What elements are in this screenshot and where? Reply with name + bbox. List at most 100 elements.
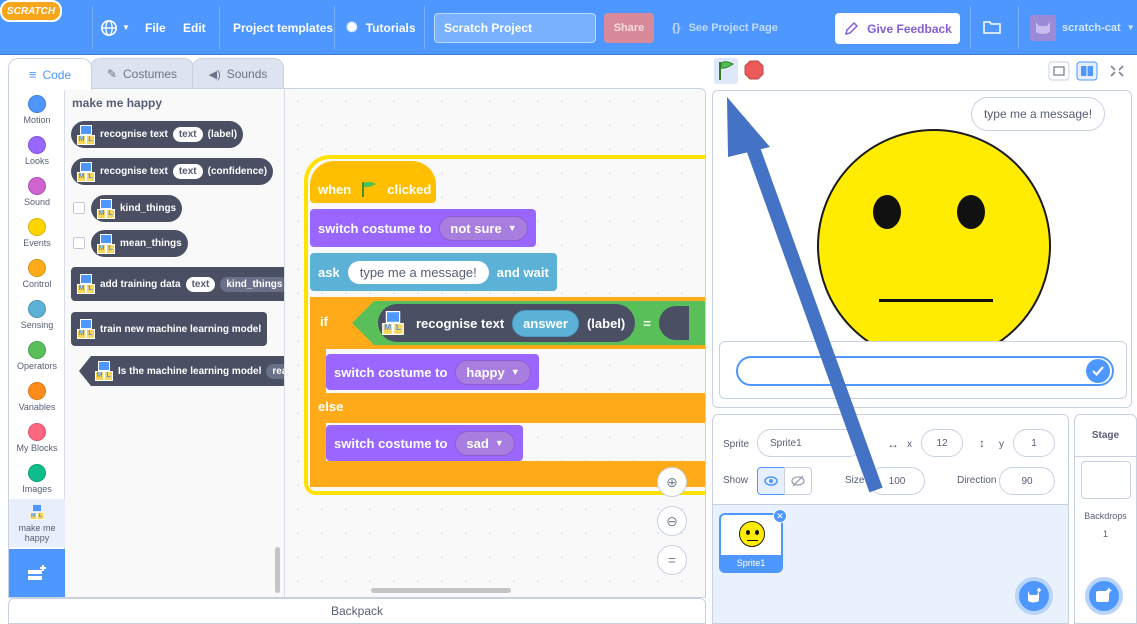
sprite-thumbnail[interactable]: Sprite1 ✕ (719, 509, 787, 573)
switch-costume-block[interactable]: switch costume to not sure ▼ (310, 209, 536, 247)
category-events[interactable]: Events (9, 214, 65, 254)
block-text: kind_things (120, 203, 177, 214)
y-input[interactable]: 1 (1013, 429, 1055, 457)
project-templates-menu[interactable]: Project templates (233, 0, 333, 55)
block-mean-things[interactable]: ML mean_things (91, 230, 188, 257)
green-flag-icon[interactable] (714, 58, 738, 84)
answer-reporter[interactable]: answer (512, 309, 579, 337)
script-workspace[interactable]: when clicked switch costume to not sure ▼… (286, 89, 705, 597)
costume-dropdown[interactable]: happy ▼ (455, 359, 531, 385)
sprite-name-input[interactable]: Sprite1 (757, 429, 863, 457)
switch-costume-block[interactable]: switch costume to sad ▼ (326, 425, 523, 461)
when-flag-clicked-block[interactable]: when clicked (310, 161, 436, 203)
block-recognise-text-confidence[interactable]: ML recognise text text (confidence) (71, 158, 274, 185)
workspace-scrollbar[interactable] (371, 588, 511, 593)
submit-answer-button[interactable] (1086, 359, 1110, 383)
zoom-out-button[interactable]: ⊖ (657, 506, 687, 536)
sprite-info: Sprite Sprite1 ↔ x 12 ↕ y 1 Show Size 10… (713, 415, 1068, 505)
add-backdrop-button[interactable] (1085, 577, 1123, 615)
small-stage-icon[interactable] (1048, 61, 1070, 81)
x-input[interactable]: 12 (921, 429, 963, 457)
category-looks[interactable]: Looks (9, 132, 65, 172)
folder-icon[interactable] (983, 19, 1001, 35)
block-dropdown[interactable]: read (266, 363, 284, 379)
size-input[interactable]: 100 (869, 467, 925, 495)
block-kind-things[interactable]: ML kind_things (91, 195, 183, 222)
delete-sprite-button[interactable]: ✕ (773, 509, 787, 523)
category-make-me-happy[interactable]: ML make me happy (9, 499, 65, 547)
ask-and-wait-block[interactable]: ask type me a message! and wait (310, 253, 557, 291)
category-my-blocks[interactable]: My Blocks (9, 419, 65, 459)
give-feedback-button[interactable]: Give Feedback (835, 13, 960, 44)
tab-code[interactable]: ≡ Code (8, 58, 92, 90)
category-sound[interactable]: Sound (9, 173, 65, 213)
ask-text-input[interactable]: type me a message! (347, 260, 489, 284)
edit-menu[interactable]: Edit (183, 0, 206, 55)
share-button[interactable]: Share (604, 13, 654, 43)
tutorials-label: Tutorials (365, 20, 416, 35)
block-recognise-text-label[interactable]: ML recognise text text (label) (71, 121, 244, 148)
block-add-training-data[interactable]: ML add training data text kind_things (71, 267, 284, 301)
costume-dropdown[interactable]: not sure ▼ (439, 215, 528, 241)
block-input-slot[interactable]: text (172, 164, 203, 179)
avatar[interactable] (1030, 15, 1056, 41)
tutorials-menu[interactable]: ✺ Tutorials (346, 0, 416, 55)
add-sprite-button[interactable] (1015, 577, 1053, 615)
block-dropdown[interactable]: kind_things (220, 276, 284, 292)
menu-bar: SCRATCH ▼ File Edit Project templates ✺ … (0, 0, 1137, 55)
equals-operator-block[interactable]: ML recognise text answer (label) = (352, 301, 705, 345)
block-train-model[interactable]: ML train new machine learning model (71, 312, 268, 346)
mouth (879, 299, 993, 302)
if-else-block[interactable]: if else ML recognise text answer (label)… (310, 297, 705, 487)
add-extension-button[interactable] (9, 549, 65, 597)
direction-input[interactable]: 90 (999, 467, 1055, 495)
ml-icon: ML (77, 124, 95, 145)
show-sprite-button[interactable] (757, 467, 785, 495)
kind-things-checkbox[interactable] (73, 202, 85, 214)
block-is-model-ready[interactable]: ML Is the machine learning model read (79, 356, 284, 386)
stop-icon[interactable] (744, 60, 764, 80)
costume-dropdown[interactable]: sad ▼ (455, 430, 515, 456)
stage-canvas[interactable]: type me a message! (712, 90, 1132, 408)
block-input-slot[interactable]: text (185, 276, 216, 292)
lightbulb-icon: ✺ (346, 19, 358, 35)
category-operators[interactable]: Operators (9, 337, 65, 377)
hide-sprite-button[interactable] (784, 467, 812, 495)
project-title-input[interactable]: Scratch Project (434, 13, 596, 43)
eye-hidden-icon (791, 475, 805, 487)
ml-icon: ML (95, 361, 113, 381)
x-arrows-icon: ↔ (887, 437, 899, 451)
language-menu[interactable]: ▼ (100, 0, 130, 55)
costume-dropdown-value: not sure (450, 220, 502, 236)
tab-costumes[interactable]: ✎ Costumes (90, 58, 194, 89)
normal-stage-icon[interactable] (1076, 61, 1098, 81)
category-variables[interactable]: Variables (9, 378, 65, 418)
switch-costume-block[interactable]: switch costume to happy ▼ (326, 354, 539, 390)
tab-sounds[interactable]: ◀) Sounds (192, 58, 284, 89)
category-motion[interactable]: Motion (9, 91, 65, 131)
category-control[interactable]: Control (9, 255, 65, 295)
category-images[interactable]: Images (9, 460, 65, 500)
direction-label: Direction (957, 475, 997, 486)
see-project-page-button[interactable]: {} See Project Page (672, 0, 778, 55)
block-input-slot[interactable]: text (172, 127, 203, 142)
recognise-text-reporter[interactable]: ML recognise text answer (label) (378, 304, 636, 342)
zoom-reset-icon: = (667, 552, 677, 568)
palette-scrollbar[interactable] (275, 547, 280, 593)
zoom-in-button[interactable]: ⊕ (657, 467, 687, 497)
category-sensing[interactable]: Sensing (9, 296, 65, 336)
scratch-logo[interactable]: SCRATCH (0, 0, 62, 22)
account-menu[interactable]: scratch-cat ▼ (1062, 0, 1135, 55)
category-dot (28, 382, 46, 400)
globe-icon (100, 19, 118, 36)
zoom-reset-button[interactable]: = (657, 545, 687, 575)
speech-bubble: type me a message! (971, 97, 1105, 131)
backpack[interactable]: Backpack (8, 598, 706, 624)
mean-things-checkbox[interactable] (73, 237, 85, 249)
stage-selector[interactable]: Stage Backdrops 1 (1074, 414, 1137, 624)
sprite-face[interactable] (817, 129, 1051, 363)
equals-right-slot[interactable] (658, 306, 689, 340)
file-menu[interactable]: File (145, 0, 166, 55)
ask-answer-input[interactable] (736, 356, 1114, 386)
fullscreen-icon[interactable] (1106, 61, 1128, 81)
